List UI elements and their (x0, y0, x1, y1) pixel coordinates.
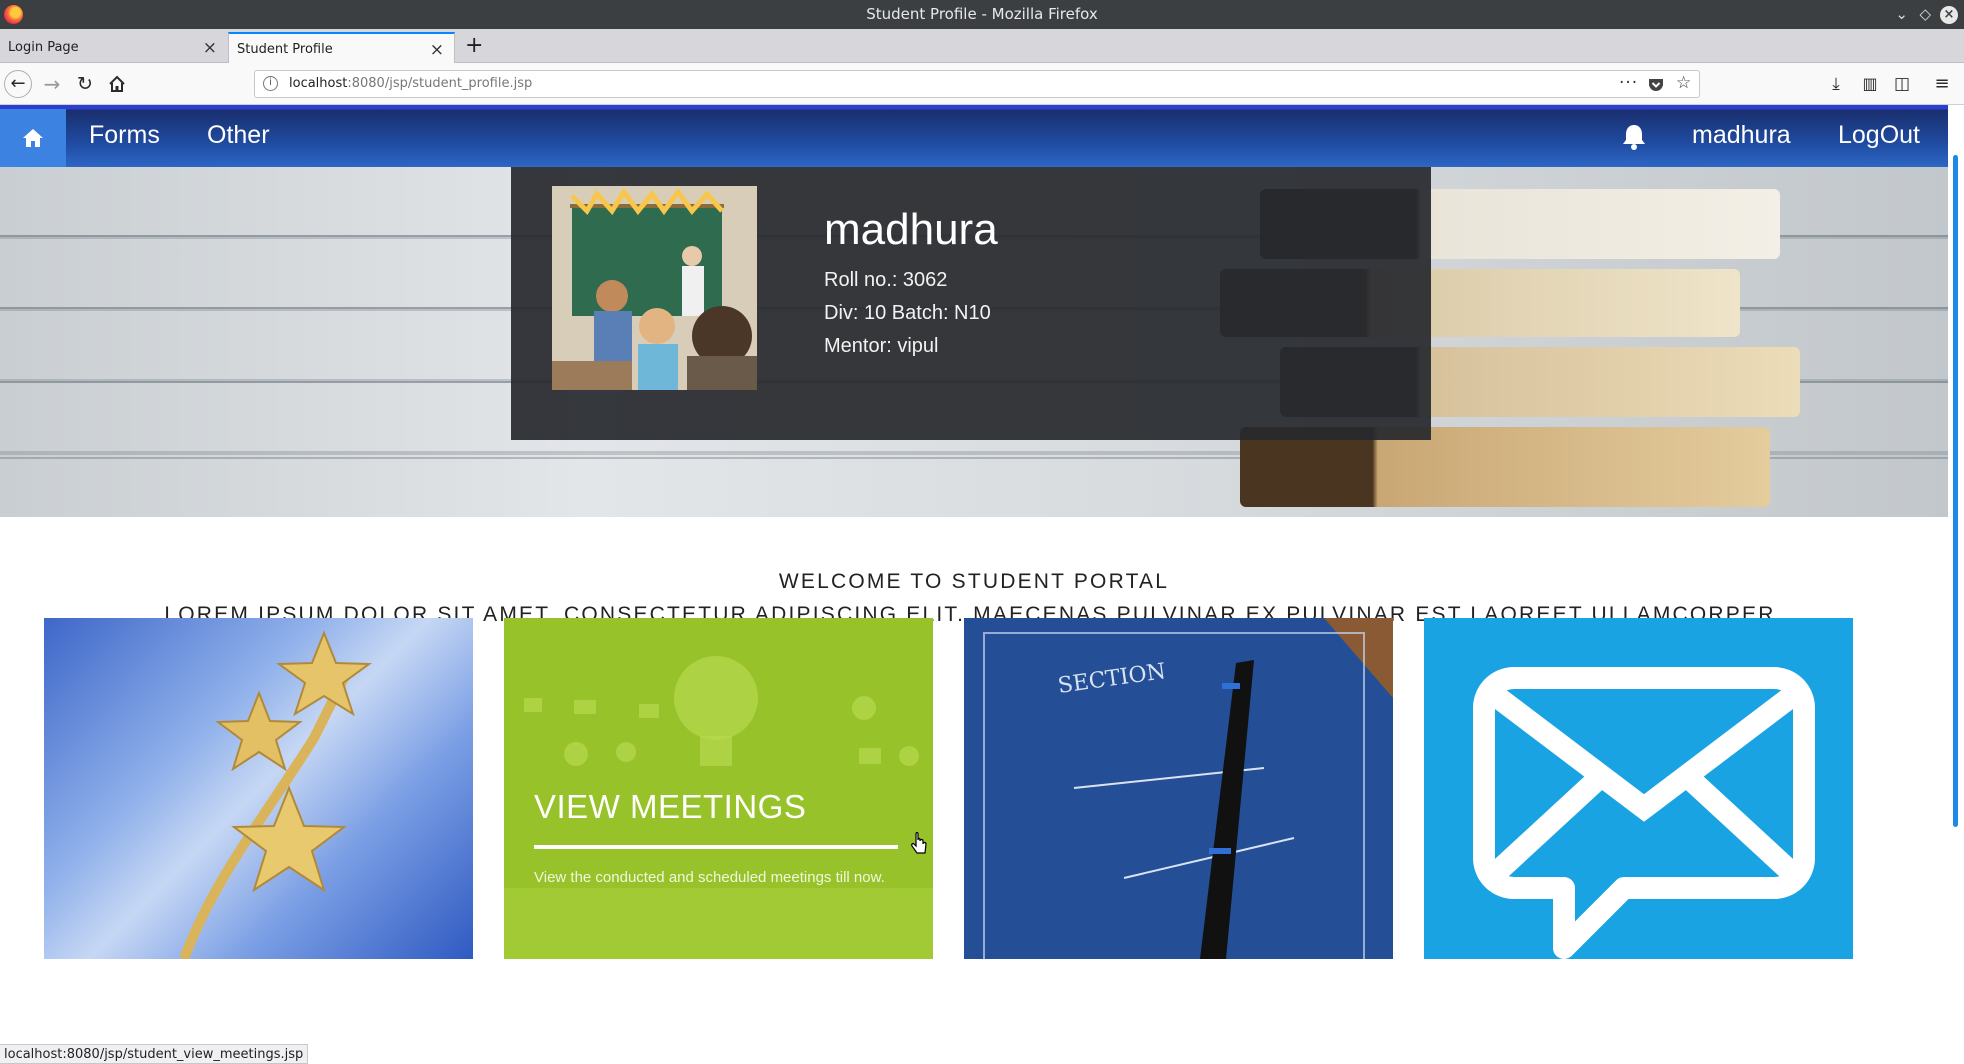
gold-stars-image (179, 630, 372, 959)
status-bar-url: localhost:8080/jsp/student_view_meetings… (0, 1044, 309, 1064)
close-tab-icon[interactable]: × (203, 38, 217, 58)
profile-hero-banner: madhura Roll no.: 3062 Div: 10 Batch: N1… (0, 167, 1948, 517)
menu-hamburger-icon[interactable]: ≡ (1928, 70, 1956, 98)
pocket-icon[interactable] (1648, 73, 1664, 98)
browser-window: Student Profile - Mozilla Firefox ⌄ ◇ × … (0, 0, 1964, 1064)
mentor: Mentor: vipul (824, 335, 939, 357)
card-messages[interactable] (1424, 618, 1853, 959)
window-title: Student Profile - Mozilla Firefox (866, 5, 1098, 23)
notebook-pen-image: SECTION (964, 618, 1393, 959)
bookmark-star-icon[interactable]: ☆ (1676, 73, 1691, 93)
minimize-icon[interactable]: ⌄ (1895, 5, 1908, 23)
new-tab-icon[interactable]: + (465, 33, 483, 58)
division-batch: Div: 10 Batch: N10 (824, 302, 991, 324)
site-info-icon[interactable]: i (263, 76, 278, 91)
roll-number: Roll no.: 3062 (824, 269, 948, 291)
home-button[interactable] (0, 109, 66, 167)
page-actions-icon[interactable]: ··· (1619, 73, 1638, 93)
nav-username[interactable]: madhura (1692, 121, 1791, 150)
web-page: Forms Other madhura LogOut madhura Roll … (0, 105, 1948, 1064)
reload-icon[interactable]: ↻ (71, 70, 99, 98)
mail-icon (1473, 667, 1815, 959)
house-icon (23, 129, 43, 147)
notification-bell-icon[interactable] (1621, 123, 1647, 155)
sidebar-icon[interactable]: ◫ (1888, 70, 1916, 98)
tab-label: Student Profile (237, 42, 333, 57)
welcome-heading: WELCOME TO STUDENT PORTAL (778, 570, 1170, 593)
mouse-pointer-icon (911, 832, 927, 854)
card-divider (534, 845, 898, 849)
tab-strip: Login Page × Student Profile × (0, 29, 1964, 63)
card-view-meetings[interactable]: VIEW MEETINGS View the conducted and sch… (504, 618, 933, 959)
library-icon[interactable]: ▥ (1856, 70, 1884, 98)
close-tab-icon[interactable]: × (430, 40, 444, 60)
browser-toolbar: ← → ↻ i localhost:8080/jsp/student_profi… (0, 63, 1964, 105)
forward-arrow-icon[interactable]: → (38, 70, 66, 98)
site-navbar: Forms Other madhura LogOut (0, 105, 1948, 167)
url-text[interactable]: localhost:8080/jsp/student_profile.jsp (289, 76, 532, 91)
card-notebook[interactable]: SECTION (964, 618, 1393, 959)
home-icon[interactable] (103, 70, 131, 98)
nav-logout-link[interactable]: LogOut (1838, 121, 1920, 150)
page-scrollbar[interactable] (1948, 105, 1964, 1064)
nav-forms-link[interactable]: Forms (89, 121, 160, 150)
tab-login-page[interactable]: Login Page × (0, 32, 227, 63)
card-achievements[interactable] (44, 618, 473, 959)
student-name: madhura (824, 205, 998, 254)
back-arrow-icon[interactable]: ← (4, 70, 32, 98)
window-titlebar: Student Profile - Mozilla Firefox ⌄ ◇ × (0, 0, 1964, 29)
tab-label: Login Page (8, 40, 79, 55)
maximize-icon[interactable]: ◇ (1919, 5, 1931, 23)
card-description: View the conducted and scheduled meeting… (534, 869, 885, 886)
address-bar[interactable]: i localhost:8080/jsp/student_profile.jsp… (254, 70, 1700, 98)
scrollbar-thumb[interactable] (1953, 155, 1958, 827)
profile-photo (552, 186, 757, 390)
card-title: VIEW MEETINGS (534, 788, 807, 825)
downloads-icon[interactable]: ⤓ (1822, 70, 1850, 98)
profile-card: madhura Roll no.: 3062 Div: 10 Batch: N1… (511, 167, 1431, 440)
tab-student-profile[interactable]: Student Profile × (228, 32, 455, 63)
nav-other-link[interactable]: Other (207, 121, 270, 150)
close-window-icon[interactable]: × (1940, 6, 1958, 24)
